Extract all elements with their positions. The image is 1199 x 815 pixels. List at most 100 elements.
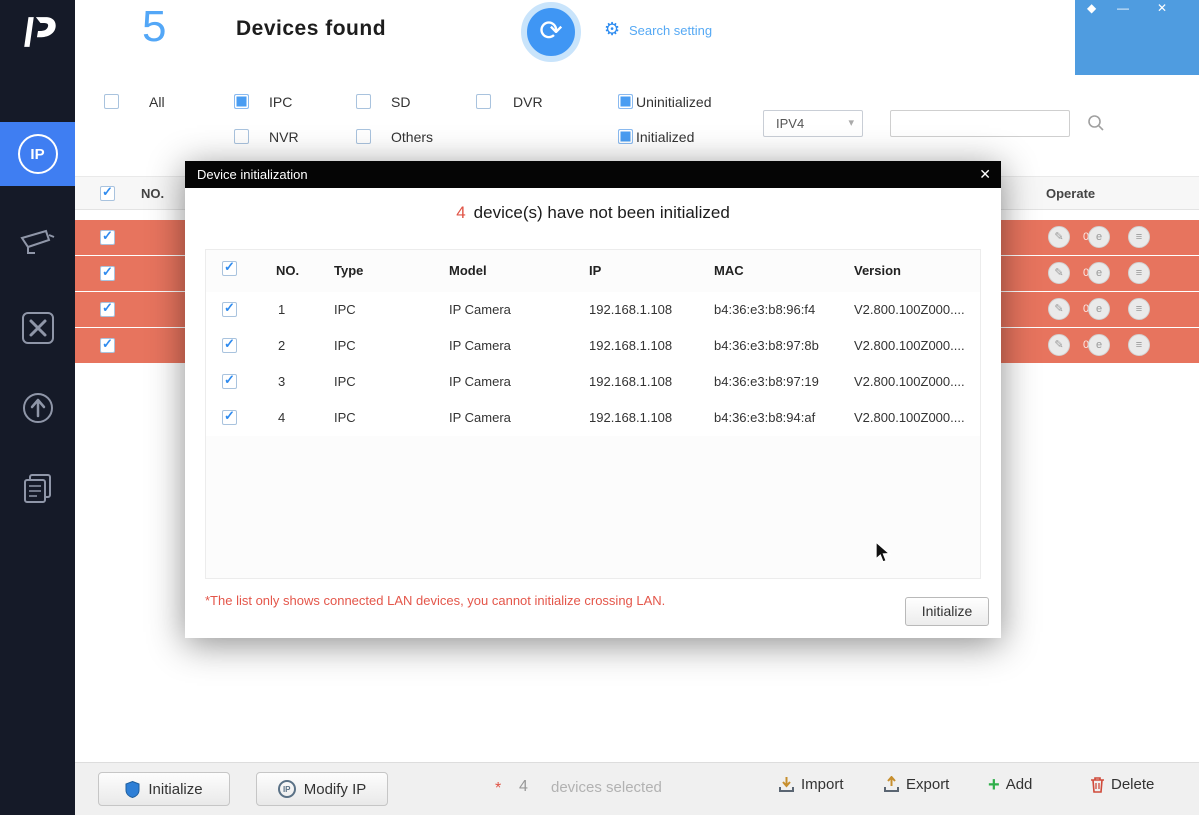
add-button[interactable]: + Add bbox=[988, 776, 1032, 793]
export-icon bbox=[883, 776, 900, 793]
sidebar-item-maintenance[interactable] bbox=[0, 296, 75, 360]
cell-type: IPC bbox=[334, 374, 356, 389]
shield-icon bbox=[125, 781, 140, 798]
dahua-logo-icon bbox=[20, 14, 56, 50]
filter-sd-label: SD bbox=[391, 94, 410, 110]
row-checkbox[interactable] bbox=[100, 266, 115, 281]
cell-mac: b4:36:e3:b8:96:f4 bbox=[714, 302, 815, 317]
cell-mac: b4:36:e3:b8:97:19 bbox=[714, 374, 819, 389]
search-icon[interactable] bbox=[1086, 113, 1106, 133]
dialog-row-checkbox[interactable] bbox=[222, 302, 237, 317]
sidebar-item-upgrade[interactable] bbox=[0, 376, 75, 440]
search-setting-gear-icon[interactable]: ⚙ bbox=[604, 19, 620, 40]
required-asterisk: * bbox=[495, 780, 501, 798]
row-checkbox[interactable] bbox=[100, 302, 115, 317]
dialog-row-checkbox[interactable] bbox=[222, 338, 237, 353]
filter-uninitialized-checkbox[interactable] bbox=[618, 94, 633, 109]
cell-version: V2.800.100Z000.... bbox=[854, 410, 965, 425]
selected-count: 4 bbox=[519, 778, 528, 796]
browser-icon[interactable]: e bbox=[1088, 334, 1110, 356]
import-icon bbox=[778, 776, 795, 793]
details-icon[interactable]: ≡ bbox=[1128, 334, 1150, 356]
filter-dvr-checkbox[interactable] bbox=[476, 94, 491, 109]
row-checkbox[interactable] bbox=[100, 338, 115, 353]
cell-type: IPC bbox=[334, 302, 356, 317]
documents-icon bbox=[21, 471, 55, 505]
browser-icon[interactable]: e bbox=[1088, 262, 1110, 284]
initialize-button[interactable]: Initialize bbox=[98, 772, 230, 806]
cell-ip: 192.168.1.108 bbox=[589, 374, 672, 389]
window-title-area: ◆ — ✕ bbox=[1075, 0, 1199, 75]
cell-version: V2.800.100Z000.... bbox=[854, 302, 965, 317]
dialog-device-table: NO. Type Model IP MAC Version 1 IPC IP C… bbox=[205, 249, 981, 579]
sidebar-item-documents[interactable] bbox=[0, 456, 75, 520]
config-tool-window: IP bbox=[0, 0, 1199, 815]
import-button[interactable]: Import bbox=[778, 776, 844, 793]
edit-icon[interactable]: ✎ bbox=[1048, 334, 1070, 356]
filter-nvr-checkbox[interactable] bbox=[234, 129, 249, 144]
dialog-close-icon[interactable]: ✕ bbox=[979, 166, 991, 183]
edit-icon[interactable]: ✎ bbox=[1048, 298, 1070, 320]
export-button[interactable]: Export bbox=[883, 776, 949, 793]
dialog-footnote: *The list only shows connected LAN devic… bbox=[205, 593, 665, 608]
uninitialized-message: device(s) have not been initialized bbox=[474, 203, 730, 222]
pin-icon[interactable]: ◆ bbox=[1087, 1, 1096, 15]
filter-others-label: Others bbox=[391, 129, 433, 145]
close-button[interactable]: ✕ bbox=[1157, 1, 1167, 15]
filter-initialized-checkbox[interactable] bbox=[618, 129, 633, 144]
minimize-button[interactable]: — bbox=[1117, 1, 1129, 15]
filter-sd-checkbox[interactable] bbox=[356, 94, 371, 109]
dialog-table-row: 4 IPC IP Camera 192.168.1.108 b4:36:e3:b… bbox=[206, 400, 980, 436]
cell-type: IPC bbox=[334, 410, 356, 425]
select-all-checkbox[interactable] bbox=[100, 186, 115, 201]
edit-icon[interactable]: ✎ bbox=[1048, 226, 1070, 248]
uninitialized-count: 4 bbox=[456, 203, 465, 222]
dialog-col-mac: MAC bbox=[714, 263, 744, 278]
dialog-table-row: 2 IPC IP Camera 192.168.1.108 b4:36:e3:b… bbox=[206, 328, 980, 364]
camera-icon bbox=[19, 228, 57, 260]
cell-ip: 192.168.1.108 bbox=[589, 338, 672, 353]
search-setting-link[interactable]: Search setting bbox=[629, 23, 712, 38]
delete-button[interactable]: Delete bbox=[1090, 776, 1154, 793]
details-icon[interactable]: ≡ bbox=[1128, 298, 1150, 320]
dialog-col-model: Model bbox=[449, 263, 487, 278]
dialog-table-row: 1 IPC IP Camera 192.168.1.108 b4:36:e3:b… bbox=[206, 292, 980, 328]
row-checkbox[interactable] bbox=[100, 230, 115, 245]
dialog-row-checkbox[interactable] bbox=[222, 410, 237, 425]
filter-initialized-label: Initialized bbox=[636, 129, 694, 145]
details-icon[interactable]: ≡ bbox=[1128, 262, 1150, 284]
devices-found-title: Devices found bbox=[236, 17, 386, 41]
refresh-button[interactable]: ⟳ bbox=[521, 2, 581, 62]
dialog-select-all-checkbox[interactable] bbox=[222, 261, 237, 276]
filter-ipc-checkbox[interactable] bbox=[234, 94, 249, 109]
dialog-row-checkbox[interactable] bbox=[222, 374, 237, 389]
details-icon[interactable]: ≡ bbox=[1128, 226, 1150, 248]
search-input[interactable] bbox=[890, 110, 1070, 137]
browser-icon[interactable]: e bbox=[1088, 226, 1110, 248]
sidebar-item-ip-config[interactable]: IP bbox=[0, 122, 75, 186]
cell-ip: 192.168.1.108 bbox=[589, 302, 672, 317]
dialog-col-no: NO. bbox=[276, 263, 299, 278]
filter-nvr-label: NVR bbox=[269, 129, 299, 145]
filter-others-checkbox[interactable] bbox=[356, 129, 371, 144]
dialog-col-ip: IP bbox=[589, 263, 601, 278]
ip-version-value: IPV4 bbox=[776, 116, 804, 131]
dialog-table-row: 3 IPC IP Camera 192.168.1.108 b4:36:e3:b… bbox=[206, 364, 980, 400]
modify-ip-button[interactable]: IP Modify IP bbox=[256, 772, 388, 806]
ip-version-select[interactable]: IPV4 ▾ bbox=[763, 110, 863, 137]
cell-no: 1 bbox=[278, 302, 285, 317]
trash-icon bbox=[1090, 776, 1105, 793]
dialog-col-version: Version bbox=[854, 263, 901, 278]
filter-all-label: All bbox=[149, 94, 165, 110]
edit-icon[interactable]: ✎ bbox=[1048, 262, 1070, 284]
filter-all-checkbox[interactable] bbox=[104, 94, 119, 109]
filter-dvr-label: DVR bbox=[513, 94, 543, 110]
export-label: Export bbox=[906, 776, 949, 793]
cell-model: IP Camera bbox=[449, 338, 511, 353]
browser-icon[interactable]: e bbox=[1088, 298, 1110, 320]
dialog-col-type: Type bbox=[334, 263, 363, 278]
dialog-initialize-button[interactable]: Initialize bbox=[905, 597, 989, 626]
sidebar-item-camera[interactable] bbox=[0, 212, 75, 276]
dialog-title: Device initialization bbox=[197, 167, 308, 182]
dialog-titlebar: Device initialization ✕ bbox=[185, 161, 1001, 188]
